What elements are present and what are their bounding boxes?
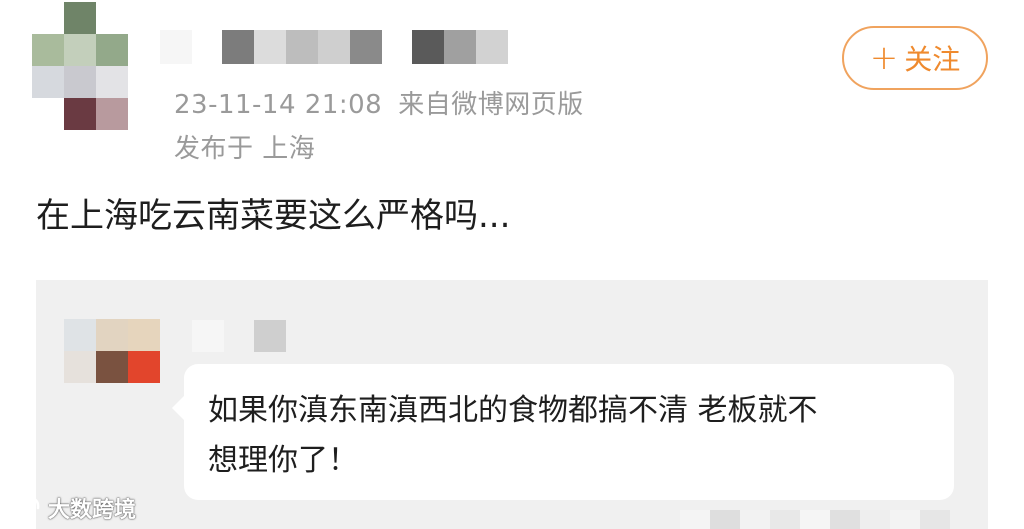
quote-bubble: 如果你滇东南滇西北的食物都搞不清 老板就不 想理你了！ — [172, 364, 954, 500]
post-location: 发布于 上海 — [174, 134, 316, 164]
watermark-text: 大数跨境 — [48, 498, 137, 523]
quote-text-line-2: 想理你了！ — [208, 443, 358, 478]
follow-label: 关注 — [904, 43, 961, 76]
quote-avatar[interactable] — [64, 319, 160, 383]
weibo-logo-icon — [4, 496, 40, 522]
watermark: 大数跨境 — [4, 492, 136, 524]
plus-icon: + — [869, 38, 899, 78]
post-text: 在上海吃云南菜要这么严格吗... — [36, 196, 511, 236]
blurred-footer — [680, 510, 988, 529]
quote-username[interactable] — [192, 320, 286, 352]
post-timestamp: 23-11-14 21:08 — [174, 90, 383, 120]
post-meta-time: 23-11-14 21:08 来自微博网页版 — [174, 84, 584, 121]
quote-text-line-1: 如果你滇东南滇西北的食物都搞不清 老板就不 — [208, 393, 818, 428]
follow-button[interactable]: + 关注 — [842, 26, 988, 90]
post-source[interactable]: 来自微博网页版 — [398, 90, 584, 120]
username[interactable] — [160, 30, 508, 64]
avatar[interactable] — [32, 2, 130, 130]
